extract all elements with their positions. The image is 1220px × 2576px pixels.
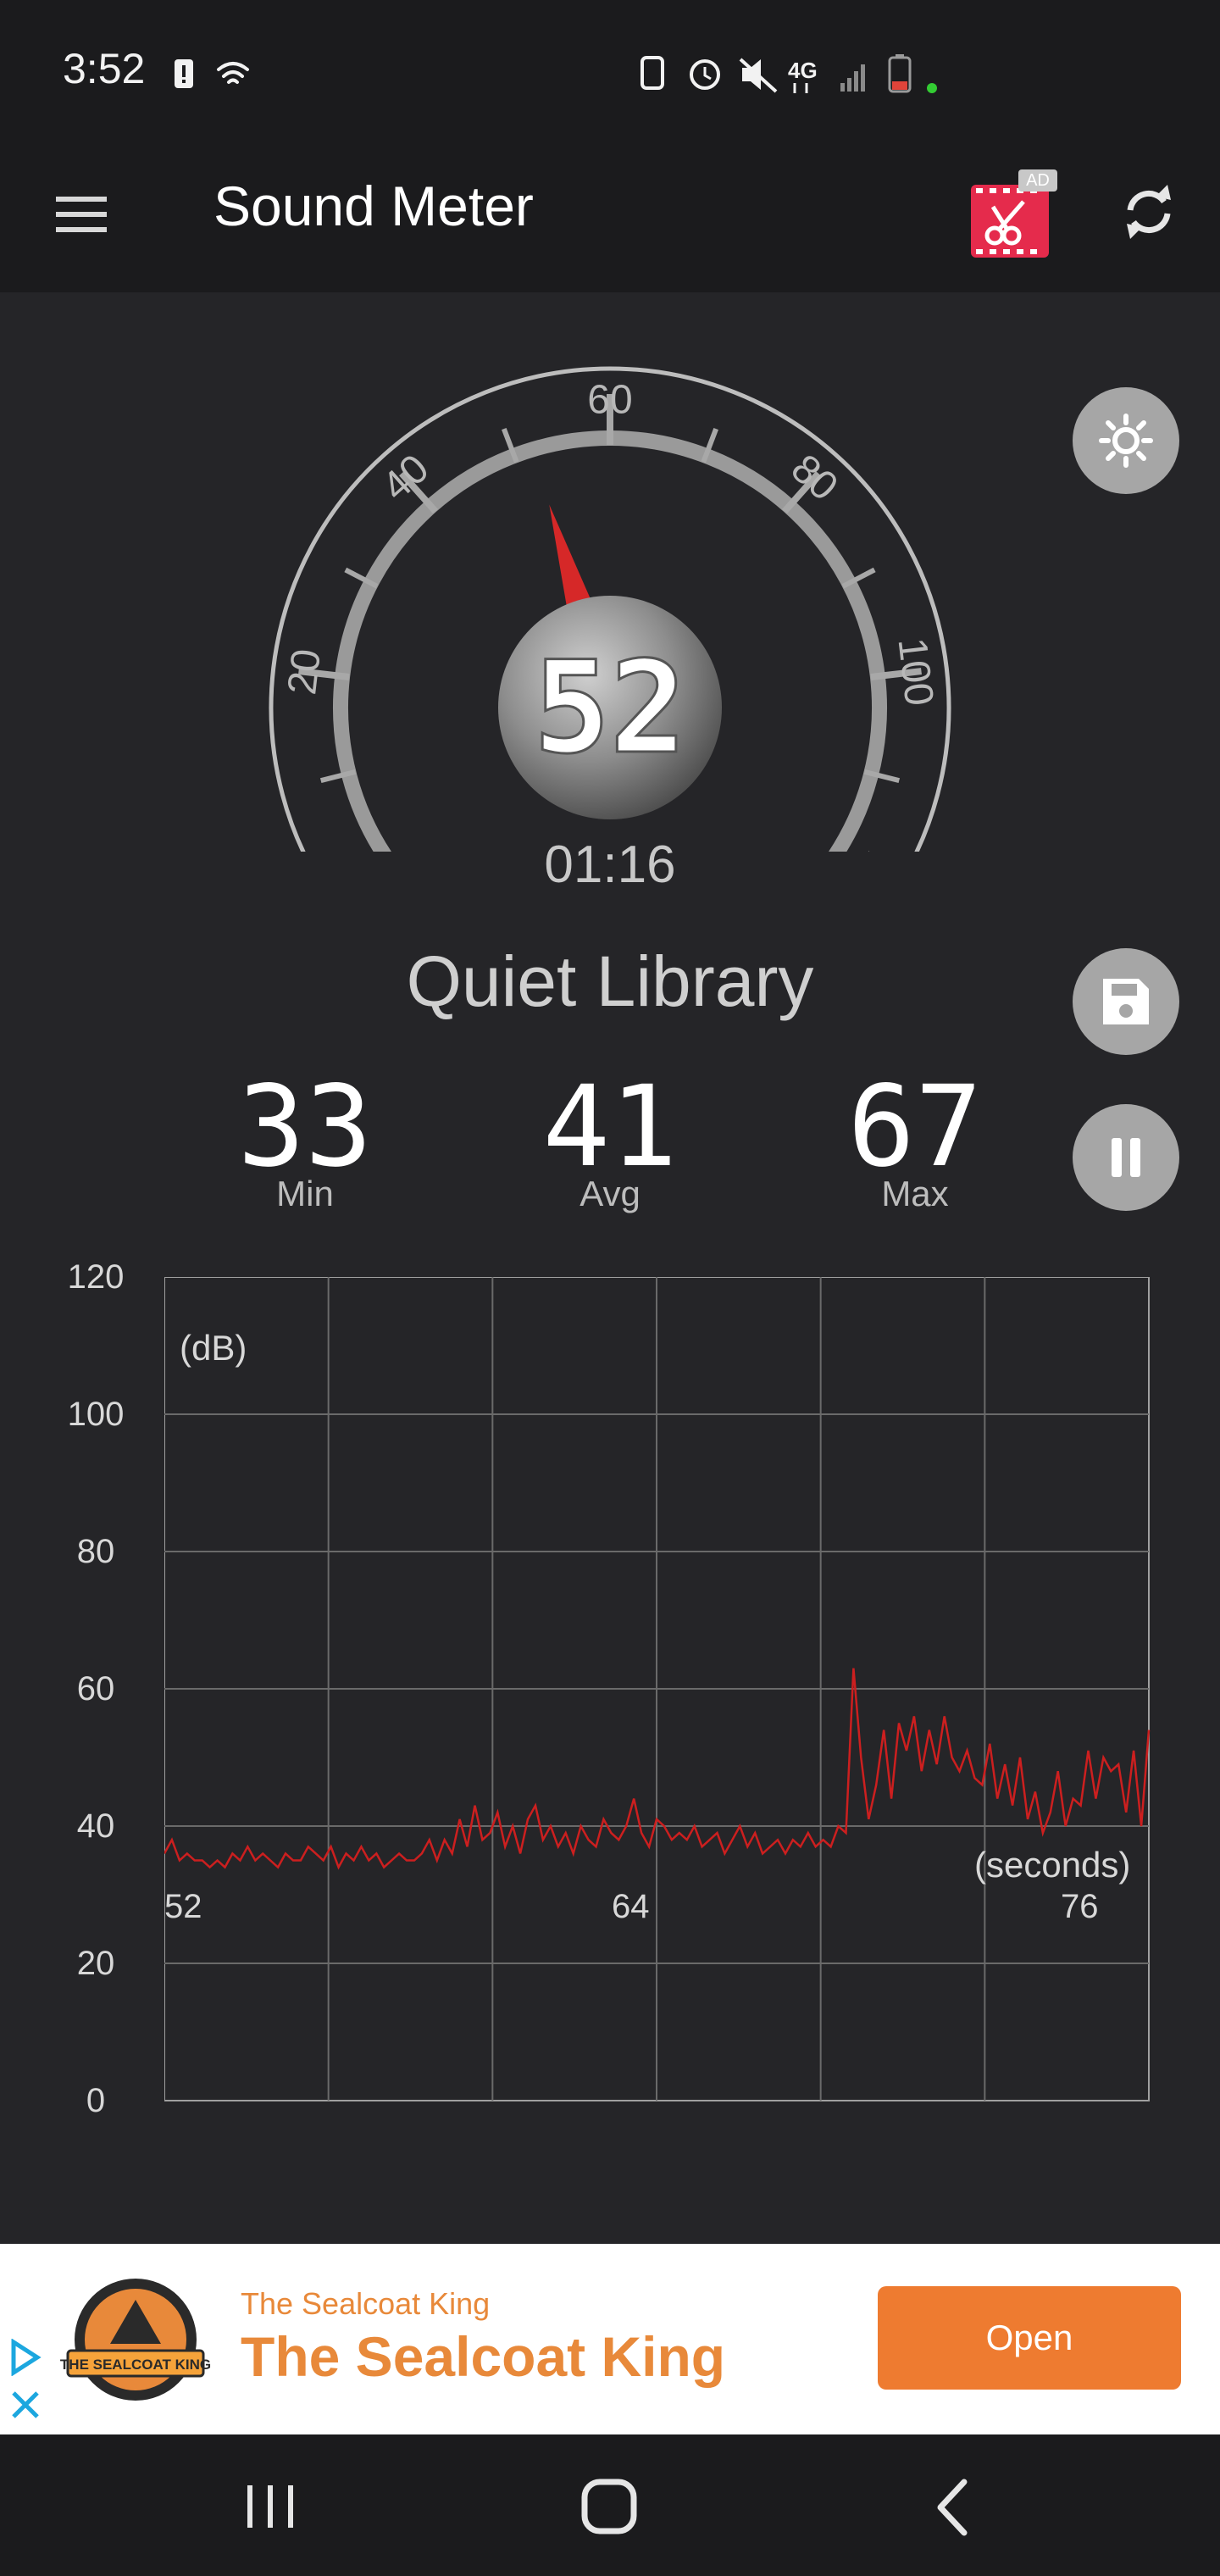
battery-icon xyxy=(888,54,912,93)
y-tick: 40 xyxy=(76,1807,115,1845)
status-bar: 3:52 4G xyxy=(0,0,1220,144)
save-button[interactable] xyxy=(1073,948,1179,1055)
pause-button[interactable] xyxy=(1073,1104,1179,1211)
save-icon xyxy=(1103,979,1149,1024)
logo-text: THE SEALCOAT KING xyxy=(60,2357,211,2373)
gauge-scale-label: 60 xyxy=(587,378,632,423)
ad-badge: AD xyxy=(1018,169,1057,192)
avg-label: Avg xyxy=(580,1174,640,1213)
status-right-icons: 4G xyxy=(640,54,937,93)
y-tick: 0 xyxy=(86,2082,106,2119)
ad-advertiser-title: The Sealcoat King xyxy=(241,2325,726,2388)
adchoices-icon[interactable] xyxy=(7,2339,44,2376)
y-tick: 120 xyxy=(67,1258,125,1296)
ad-video-button[interactable]: AD xyxy=(968,163,1061,264)
y-tick: 100 xyxy=(67,1396,125,1433)
y-tick: 20 xyxy=(76,1945,115,1982)
min-value: 33 xyxy=(238,1062,373,1182)
ad-banner[interactable]: THE SEALCOAT KING The Sealcoat King The … xyxy=(0,2244,1220,2434)
pause-icon xyxy=(1112,1138,1140,1177)
min-label: Min xyxy=(276,1174,334,1213)
stats-values: 33 41 67 xyxy=(238,1062,983,1182)
elapsed-timer: 01:16 xyxy=(544,836,676,894)
environment-label: Quiet Library xyxy=(406,941,814,1021)
sound-gauge: 020406080100120 52 xyxy=(269,366,951,852)
status-time: 3:52 xyxy=(63,45,146,92)
recents-icon[interactable] xyxy=(239,2477,302,2536)
y-tick: 60 xyxy=(76,1670,115,1707)
main-content: 020406080100120 52 01:16 Quiet Library xyxy=(0,292,1220,2244)
gauge-scale-label: 20 xyxy=(280,647,330,697)
app-bar: Sound Meter AD xyxy=(0,144,1220,292)
ad-advertiser-small: The Sealcoat King xyxy=(241,2286,491,2321)
gauge-scale-label: 100 xyxy=(889,636,941,708)
app-title: Sound Meter xyxy=(214,175,534,237)
hamburger-menu-icon[interactable] xyxy=(53,185,112,244)
wifi-icon xyxy=(217,62,249,84)
x-tick: 76 xyxy=(1061,1888,1099,1925)
sealcoat-king-logo: THE SEALCOAT KING xyxy=(60,2279,211,2401)
close-icon[interactable] xyxy=(7,2386,44,2423)
home-icon[interactable] xyxy=(576,2473,644,2541)
mute-icon xyxy=(739,58,778,93)
settings-button[interactable] xyxy=(1073,387,1179,494)
x-axis-unit: (seconds) xyxy=(974,1845,1131,1885)
signal-icon xyxy=(840,64,865,92)
ad-open-button[interactable]: Open xyxy=(878,2286,1181,2390)
4g-icon: 4G xyxy=(788,58,818,83)
history-chart xyxy=(164,1277,1151,2101)
avg-value: 41 xyxy=(543,1062,678,1182)
refresh-icon[interactable] xyxy=(1115,178,1183,246)
back-icon[interactable] xyxy=(929,2475,979,2540)
system-nav-bar xyxy=(0,2434,1220,2576)
x-tick: 64 xyxy=(612,1888,650,1925)
y-tick: 80 xyxy=(76,1533,115,1570)
battery-saver-icon xyxy=(640,56,664,90)
current-db-value: 52 xyxy=(534,635,687,782)
max-label: Max xyxy=(881,1174,949,1213)
brightness-icon xyxy=(1099,414,1153,468)
x-tick: 52 xyxy=(164,1888,202,1925)
status-left-icons xyxy=(175,59,249,88)
y-axis-unit: (dB) xyxy=(180,1328,247,1368)
max-value: 67 xyxy=(848,1062,983,1182)
